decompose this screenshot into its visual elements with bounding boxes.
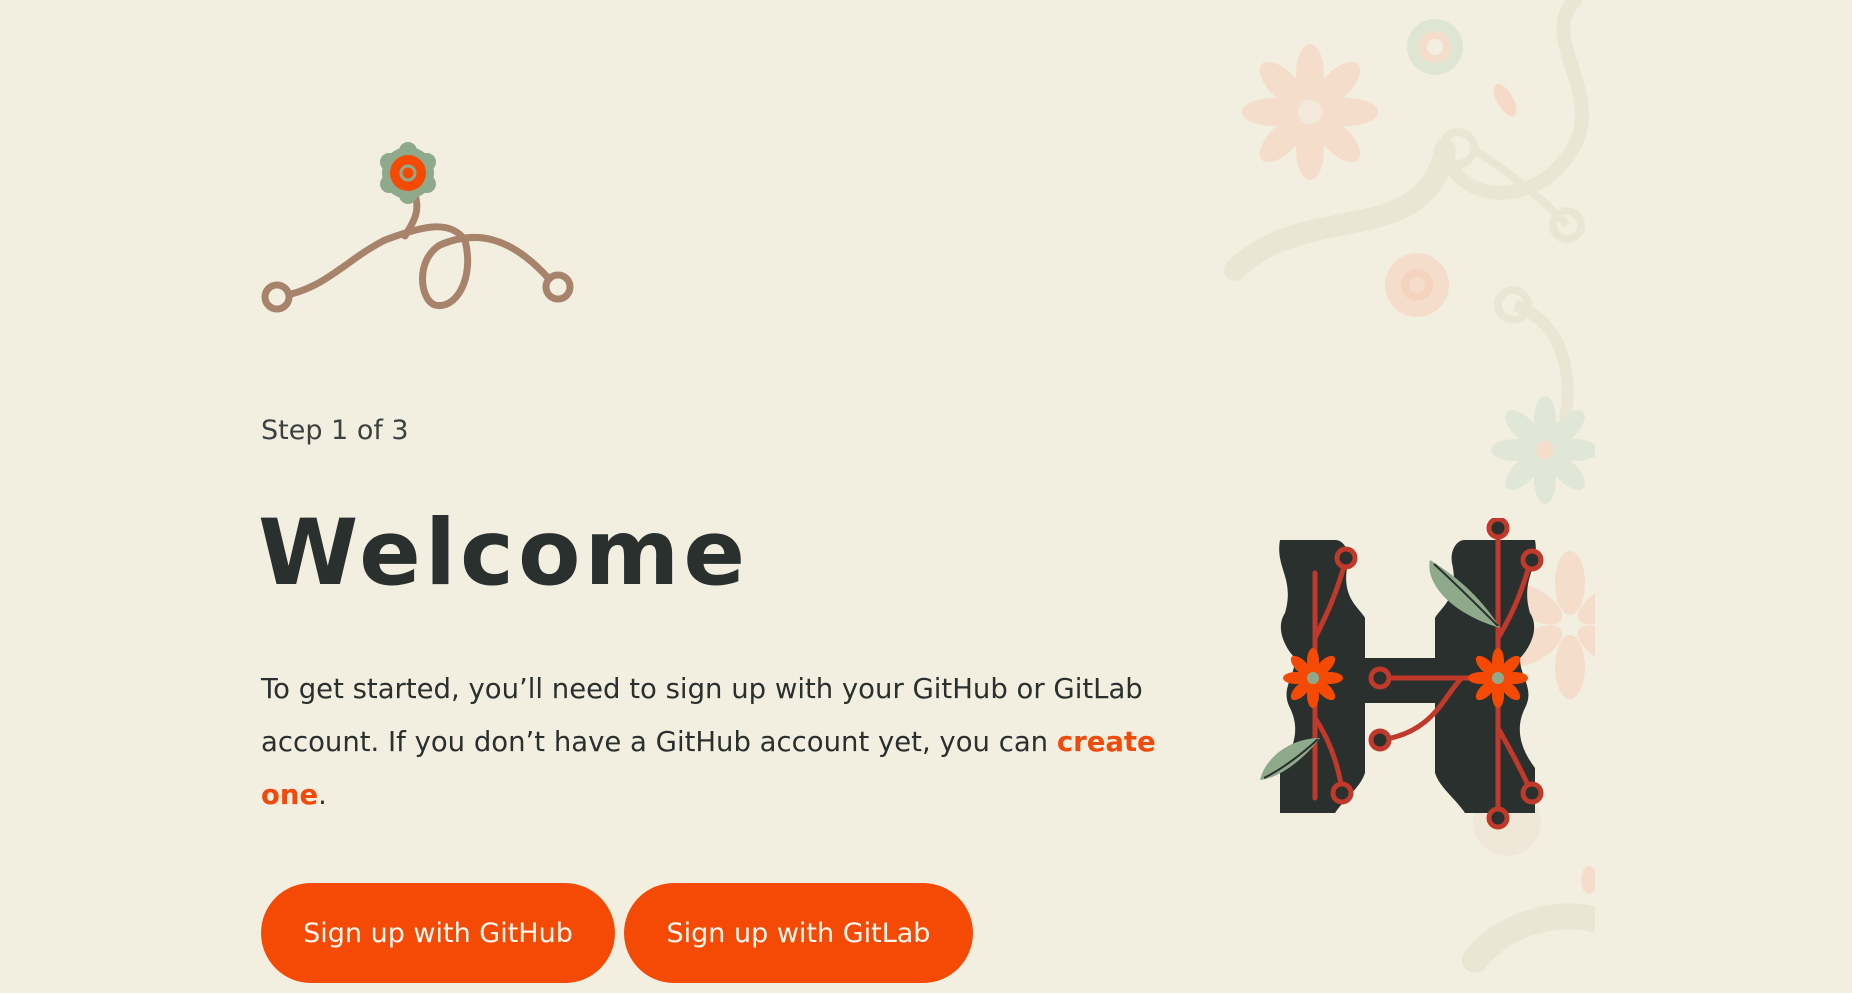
signup-github-button[interactable]: Sign up with GitHub: [261, 883, 615, 983]
page-title: Welcome: [258, 501, 750, 606]
step-indicator: Step 1 of 3: [261, 415, 409, 446]
intro-text-body: To get started, you’ll need to sign up w…: [261, 673, 1143, 758]
floral-h-monogram-icon: [1260, 518, 1544, 830]
flower-vine-logo-icon: [261, 142, 574, 313]
signup-buttons: Sign up with GitHub Sign up with GitLab: [261, 883, 973, 983]
intro-text: To get started, you’ll need to sign up w…: [261, 663, 1161, 822]
intro-text-end: .: [318, 779, 327, 811]
signup-gitlab-button[interactable]: Sign up with GitLab: [624, 883, 973, 983]
